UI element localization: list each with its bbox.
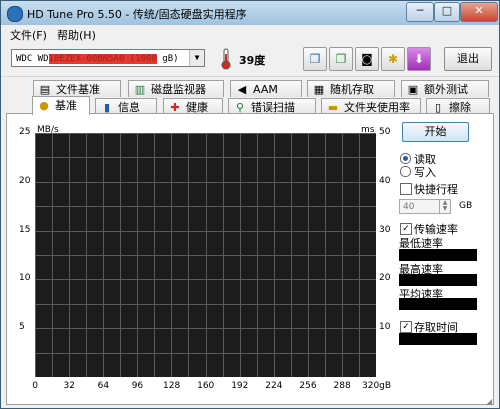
arrow-down-icon: ⬇ [413, 52, 425, 66]
tab-label: 基准 [55, 99, 77, 112]
write-label: 写入 [414, 166, 436, 179]
read-radio[interactable] [400, 153, 411, 164]
title-bar: HD Tune Pro 5.50 - 传统/固态硬盘实用程序 ─ □ ✕ [1, 1, 499, 25]
drive-name-redacted: 10EZEX-00BN5A0 (1000 [48, 54, 157, 64]
copy-button[interactable]: ❐ [303, 47, 327, 71]
thermometer-icon [219, 48, 233, 70]
access-time-checkbox[interactable]: ✓ [400, 321, 412, 333]
y-right-tick: 40 [379, 175, 391, 186]
copy-info-icon: ❐ [335, 52, 347, 66]
tab-random-access[interactable]: ▦ 随机存取 [307, 80, 395, 97]
x-tick: 288 [333, 381, 351, 391]
drive-select[interactable]: WDC WD10EZEX-00BN5A0 (1000 gB) ▼ [11, 49, 205, 67]
x-tick: 224 [265, 381, 283, 391]
short-stroke-label: 快捷行程 [414, 183, 458, 196]
x-tick: 192 [231, 381, 249, 391]
menu-help[interactable]: 帮助(H) [57, 27, 96, 43]
x-tick: 32 [63, 381, 75, 391]
y-right-tick: 30 [379, 224, 391, 235]
y-right-tick: 20 [379, 273, 391, 284]
y-right-tick: 50 [379, 127, 391, 137]
x-tick: 96 [131, 381, 144, 391]
menu-bar: 文件(F) 帮助(H) [1, 25, 499, 42]
short-stroke-input[interactable]: 40 ▲ ▼ [399, 199, 451, 214]
exit-button[interactable]: 退出 [444, 47, 492, 71]
save-button[interactable]: ⬇ [407, 47, 431, 71]
benchmark-chart [35, 133, 376, 377]
write-radio[interactable] [400, 166, 411, 177]
close-button[interactable]: ✕ [460, 2, 498, 22]
tab-label: 额外测试 [424, 83, 468, 96]
y-left-tick: 15 [19, 224, 31, 235]
tab-label: AAM [253, 83, 278, 96]
benchmark-icon: ● [39, 99, 49, 112]
x-tick: 160 [197, 381, 215, 391]
maximize-button[interactable]: □ [434, 2, 460, 22]
y-right-tick: 10 [379, 322, 391, 333]
y-left-tick: 25 [19, 127, 31, 137]
speaker-icon: ◀ [237, 83, 247, 96]
short-stroke-checkbox[interactable] [400, 183, 412, 195]
y-left-tick: 10 [19, 273, 31, 284]
copy-icon: ❐ [309, 52, 321, 66]
min-rate-value [399, 249, 477, 261]
camera-icon: ◙ [361, 52, 373, 66]
tab-extra-tests[interactable]: ▣ 额外测试 [401, 80, 489, 97]
start-button[interactable]: 开始 [402, 122, 469, 142]
chart-icon: ▥ [134, 83, 146, 96]
copy-info-button[interactable]: ❐ [329, 47, 353, 71]
drive-name-prefix: WDC WD [16, 54, 49, 64]
check-icon: ✓ [402, 322, 410, 332]
access-time-value [399, 333, 477, 345]
y-left-tick: 5 [19, 322, 25, 333]
test-icon: ▣ [407, 83, 419, 96]
document-icon: ▦ [313, 83, 325, 96]
short-stroke-value: 40 [403, 202, 415, 212]
options-button[interactable]: ✱ [381, 47, 405, 71]
x-tick: 64 [97, 381, 110, 391]
tab-benchmark[interactable]: ● 基准 [32, 96, 90, 115]
resize-grip-icon[interactable]: ◢ [486, 397, 492, 406]
menu-file[interactable]: 文件(F) [10, 27, 47, 43]
x-tick: 0 [32, 381, 38, 391]
window-title: HD Tune Pro 5.50 - 传统/固态硬盘实用程序 [27, 8, 247, 21]
temperature-value: 39度 [239, 54, 266, 67]
x-tick: 320gB [362, 381, 392, 391]
x-tick: 128 [163, 381, 181, 391]
screenshot-button[interactable]: ◙ [355, 47, 379, 71]
tab-file-benchmark[interactable]: ▤ 文件基准 [33, 80, 121, 97]
minimize-button[interactable]: ─ [406, 2, 434, 22]
toolbar: WDC WD10EZEX-00BN5A0 (1000 gB) ▼ 39度 ❐ ❐… [1, 42, 499, 77]
tab-label: 随机存取 [330, 83, 374, 96]
tab-disk-monitor[interactable]: ▥ 磁盘监视器 [128, 80, 224, 97]
y-left-tick: 20 [19, 175, 31, 186]
drive-name-suffix: gB) [156, 54, 179, 64]
app-icon [7, 6, 23, 22]
tab-aam[interactable]: ◀ AAM [230, 80, 302, 97]
tab-label: 文件基准 [56, 83, 100, 96]
transfer-rate-checkbox[interactable]: ✓ [400, 223, 412, 235]
check-icon: ✓ [402, 224, 410, 234]
avg-rate-value [399, 298, 477, 310]
x-tick: 256 [299, 381, 317, 391]
tab-label: 磁盘监视器 [151, 83, 206, 96]
max-rate-value [399, 274, 477, 286]
chevron-down-icon[interactable]: ▼ [189, 50, 204, 66]
spinner-arrows-icon[interactable]: ▲ ▼ [439, 200, 450, 213]
options-icon: ✱ [387, 52, 399, 66]
short-stroke-unit: GB [459, 201, 473, 211]
